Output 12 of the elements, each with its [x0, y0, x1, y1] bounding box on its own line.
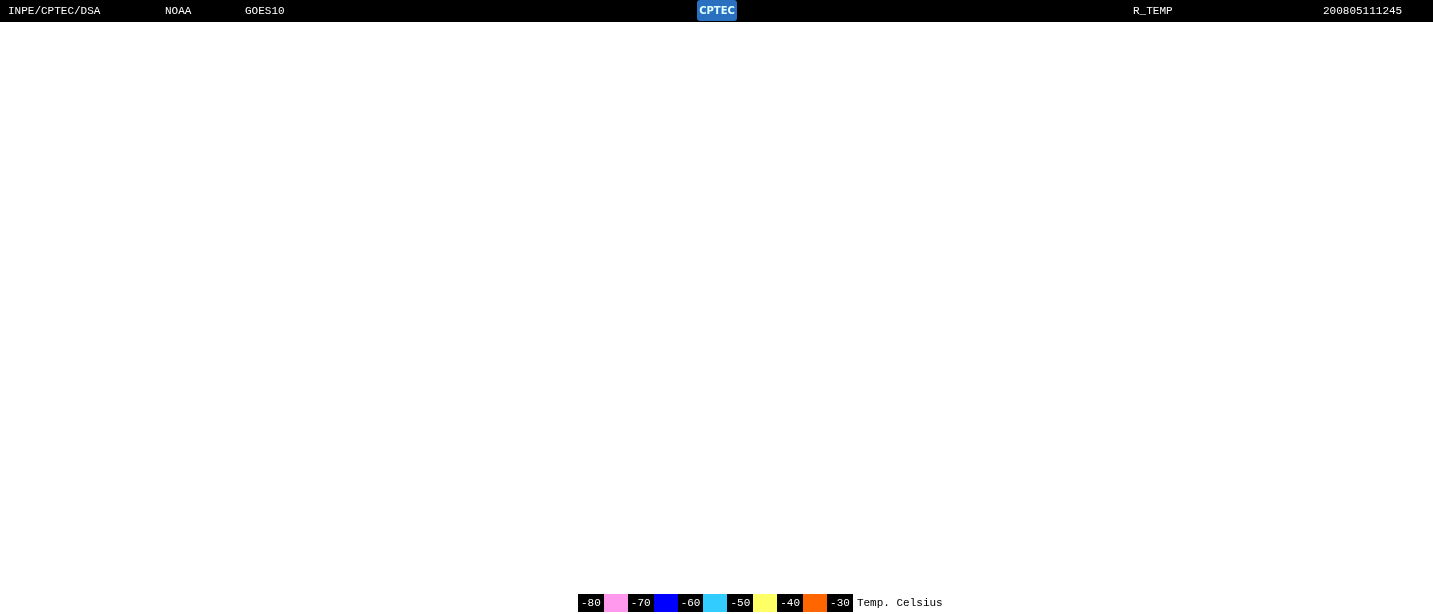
- timestamp-label: 200805111245: [1323, 5, 1403, 17]
- product-label: R_TEMP: [1133, 5, 1173, 17]
- institution-label: INPE/CPTEC/DSA: [8, 5, 101, 17]
- satellite-label: GOES10: [245, 5, 285, 17]
- legend-label: -30: [827, 594, 853, 612]
- legend-label: -40: [777, 594, 804, 612]
- legend-label: -70: [627, 594, 654, 612]
- legend-label: -50: [727, 594, 754, 612]
- legend-label: -60: [677, 594, 704, 612]
- logo: CPTEC: [697, 0, 737, 21]
- legend-label: -80: [578, 594, 604, 612]
- agency-label: NOAA: [165, 5, 192, 17]
